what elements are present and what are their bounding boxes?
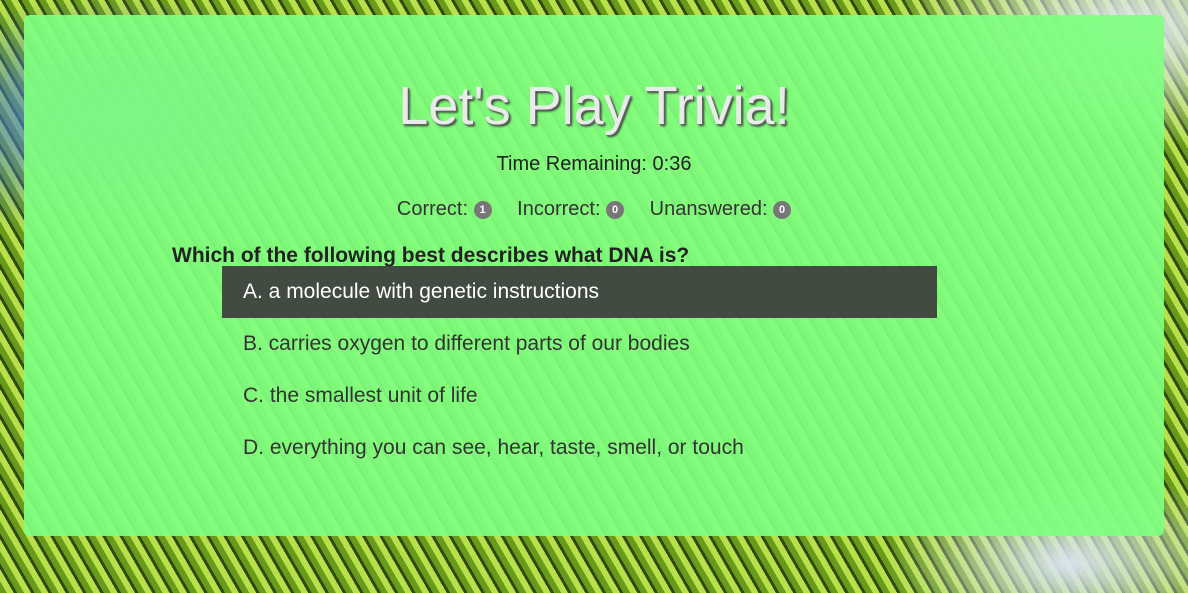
unanswered-badge: 0 — [773, 200, 792, 219]
correct-badge: 1 — [473, 200, 492, 219]
answer-option-d[interactable]: D. everything you can see, hear, taste, … — [222, 422, 937, 474]
answer-option-c[interactable]: C. the smallest unit of life — [222, 370, 937, 422]
incorrect-label: Incorrect: — [517, 198, 601, 220]
correct-label: Correct: — [396, 198, 469, 220]
answer-list: A. a molecule with genetic instructions … — [222, 266, 937, 474]
page-title: Let's Play Trivia! — [398, 76, 790, 136]
timer-value: 0:36 — [652, 153, 692, 175]
answer-option-b[interactable]: B. carries oxygen to different parts of … — [222, 318, 937, 370]
score-correct: Correct: 1 — [397, 198, 492, 220]
score-unanswered: Unanswered: 0 — [649, 198, 792, 220]
score-incorrect: Incorrect: 0 — [517, 198, 625, 220]
time-remaining: Time Remaining: 0:36 — [24, 153, 1164, 176]
answer-option-a[interactable]: A. a molecule with genetic instructions — [222, 266, 937, 318]
score-bar: Correct: 1 Incorrect: 0 Unanswered: 0 — [24, 198, 1164, 221]
unanswered-label: Unanswered: — [649, 198, 768, 220]
incorrect-badge: 0 — [606, 200, 625, 219]
question-text: Which of the following best describes wh… — [172, 244, 690, 267]
trivia-panel: Let's Play Trivia! Time Remaining: 0:36 … — [24, 15, 1164, 536]
timer-label: Time Remaining: — [496, 153, 647, 175]
